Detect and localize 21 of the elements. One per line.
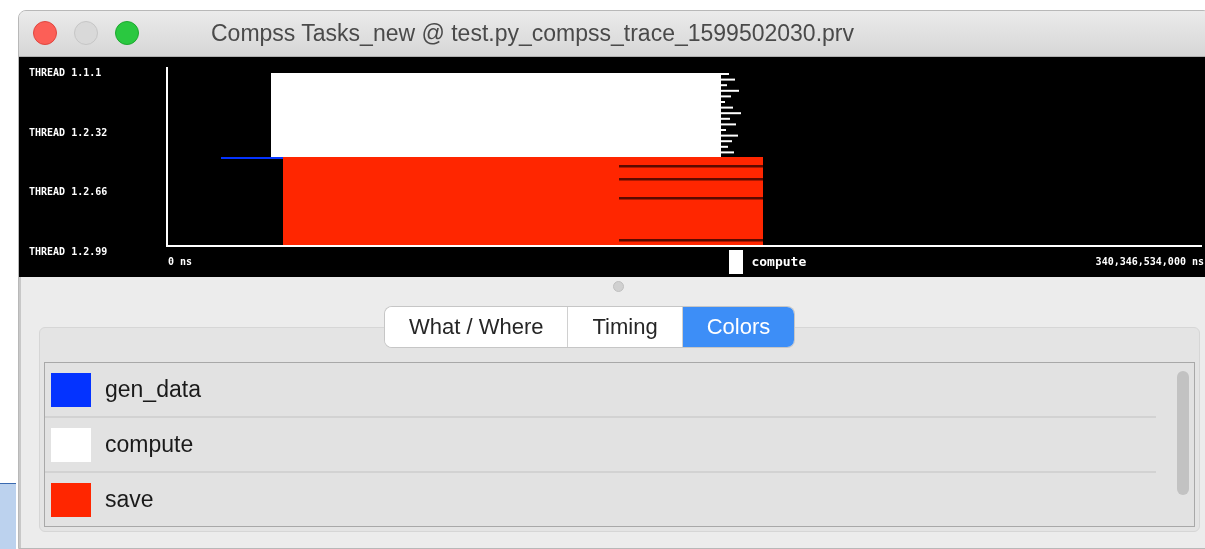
- color-name: gen_data: [105, 376, 201, 403]
- scrollbar-thumb[interactable]: [1177, 371, 1189, 495]
- time-start-label: 0 ns: [168, 256, 193, 268]
- time-end-label: 340,346,534,000 ns: [1095, 256, 1204, 268]
- thread-label: THREAD 1.2.32: [29, 126, 108, 138]
- tab[interactable]: What / Where: [385, 307, 569, 347]
- color-swatch[interactable]: [51, 372, 91, 407]
- close-button[interactable]: [33, 21, 57, 46]
- minimize-button[interactable]: [74, 21, 98, 46]
- splitter-handle[interactable]: [613, 280, 624, 292]
- legend-label: compute: [751, 254, 807, 270]
- background-window: [0, 483, 16, 549]
- thread-label: THREAD 1.1.1: [29, 66, 102, 78]
- zoom-button[interactable]: [115, 21, 139, 46]
- color-name: compute: [105, 431, 194, 458]
- thread-label: THREAD 1.2.99: [29, 245, 108, 257]
- color-name: save: [105, 486, 154, 513]
- window-title: Compss Tasks_new @ test.py_compss_trace_1599502030.prv: [211, 19, 854, 47]
- color-swatch[interactable]: [51, 427, 91, 462]
- thread-label: THREAD 1.2.66: [29, 186, 108, 198]
- color-swatch[interactable]: [51, 482, 91, 517]
